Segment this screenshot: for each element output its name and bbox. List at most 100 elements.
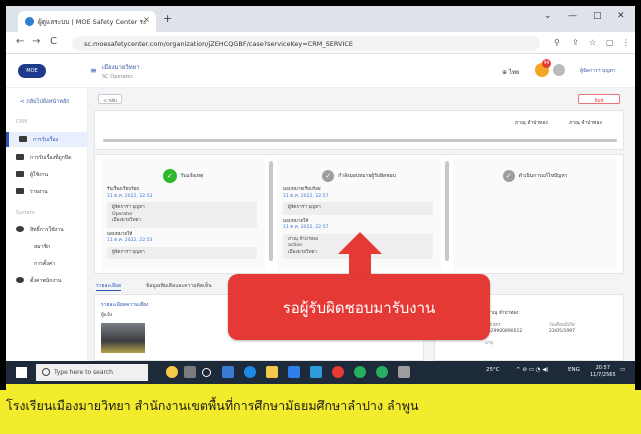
- spotify-icon[interactable]: [376, 366, 388, 378]
- back-to-home-link[interactable]: < กลับไปยังหน้าหลัก: [20, 98, 70, 106]
- taskbar-clock[interactable]: 20:57 11/7/2565: [590, 365, 616, 379]
- step-panel-received: ✓ รับแจ้งเหตุ รับเรื่องเรียบร้อย 11 ต.ค. …: [101, 159, 265, 271]
- slide-right-border: [635, 0, 641, 390]
- mail-icon[interactable]: [310, 366, 322, 378]
- evidence-photo[interactable]: [101, 323, 145, 353]
- inbox-icon: [16, 154, 24, 160]
- close-window-button[interactable]: ✕: [617, 11, 625, 21]
- task-view-icon[interactable]: [202, 368, 211, 377]
- sidebar-item-label: การรับเรื่องที่ถูกปิด: [30, 155, 72, 161]
- step-header: ✓ กำลังมอบหมายผู้รับผิดชอบ: [277, 165, 441, 184]
- notification-center-icon[interactable]: ▭: [620, 367, 625, 373]
- user-role: SC Operator: [102, 74, 133, 80]
- weather-temp[interactable]: 25°C: [486, 367, 500, 373]
- minimize-button[interactable]: —: [568, 11, 577, 21]
- sidebar-item-members[interactable]: สมาชิก: [6, 239, 88, 254]
- url-input[interactable]: sc.moesafetycenter.com/organization/jZEH…: [72, 36, 540, 51]
- sidebar-item-closed-cases[interactable]: การรับเรื่องที่ถูกปิด: [6, 150, 88, 165]
- reporter-name: ภาณุ จำปาทอง: [487, 311, 519, 316]
- clock-time: 20:57: [595, 365, 611, 371]
- cortana-icon[interactable]: [184, 366, 196, 378]
- back-button[interactable]: < กลับ: [98, 94, 122, 104]
- print-button[interactable]: พิมพ์: [578, 94, 620, 104]
- slide-caption: โรงเรียนเมืองมายวิทยา สำนักงานเขตพื้นที่…: [6, 398, 419, 413]
- file-explorer-icon[interactable]: [266, 366, 278, 378]
- sidebar-item-label: การรับเรื่อง: [33, 137, 59, 143]
- checkmark-icon: ✓: [502, 169, 515, 182]
- sidebar-item-label: รายงาน: [30, 189, 48, 195]
- tab-detail[interactable]: รายละเอียด: [96, 282, 122, 291]
- sidebar-item-permissions[interactable]: สิทธิ์การใช้งาน: [6, 222, 88, 237]
- table-cell: ภาณุ จำปาทอง: [515, 120, 548, 126]
- step-header: ✓ ดำเนินการแก้ไขปัญหา: [453, 165, 617, 184]
- tab-close-icon[interactable]: ×: [143, 15, 150, 24]
- org-info: เมืองมายวิทยา SC Operator: [102, 62, 140, 80]
- forward-arrow-icon[interactable]: →: [32, 36, 40, 47]
- sidebar-section-system: System: [16, 210, 35, 216]
- annotation-arrow-head: [338, 232, 382, 254]
- sidebar-item-users[interactable]: ผู้ใช้งาน: [6, 167, 88, 182]
- back-arrow-icon[interactable]: ←: [16, 36, 24, 47]
- maximize-button[interactable]: □: [593, 11, 602, 21]
- input-language[interactable]: ENG: [568, 367, 580, 373]
- sidebar-item-staff-settings[interactable]: ตั้งค่าพนักงาน: [6, 273, 88, 288]
- tab-list-chevron-icon[interactable]: ⌄: [544, 11, 552, 21]
- school-name: เมืองมายวิทยา: [102, 64, 140, 71]
- menu-icon[interactable]: ⋮: [622, 38, 630, 47]
- taskbar-search-input[interactable]: Type here to search: [36, 364, 148, 381]
- vertical-scrollbar[interactable]: [269, 161, 273, 261]
- detail-title: รายละเอียดความเสี่ยง: [101, 302, 149, 308]
- avatar[interactable]: [553, 64, 565, 76]
- entry-date: 11 ต.ค. 2022, 22:57: [283, 193, 329, 199]
- gear-icon: [16, 226, 24, 232]
- language-selector[interactable]: ⊕ ไทย: [502, 67, 519, 77]
- sidepanel-icon[interactable]: ▢: [606, 38, 614, 47]
- entry-date: 11 ต.ค. 2022, 22:57: [283, 225, 329, 230]
- step-title: ดำเนินการแก้ไขปัญหา: [518, 172, 568, 179]
- new-tab-button[interactable]: +: [163, 12, 172, 25]
- annotation-banner: รอผู้รับผิดชอบมารับงาน: [228, 274, 490, 340]
- dob-value: 23/05/1997: [549, 329, 575, 334]
- dob-label: วันเดือนปีเกิด: [549, 323, 575, 328]
- assignee-table-card: ภาณุ จำปาทอง ภาณุ จำปาทอง: [94, 110, 624, 150]
- horizontal-scrollbar[interactable]: [103, 139, 617, 142]
- widgets-icon[interactable]: [222, 366, 234, 378]
- entry-box: ผู้จัดการฯ บุญทา Operator เมืองมายวิทยา: [107, 202, 257, 228]
- share-icon[interactable]: ⇪: [572, 38, 579, 47]
- search-icon[interactable]: ⚲: [554, 38, 560, 47]
- address-bar-row: ← → C sc.moesafetycenter.com/organizatio…: [6, 32, 635, 54]
- store-icon[interactable]: [288, 366, 300, 378]
- weather-widget-icon[interactable]: [166, 366, 178, 378]
- vertical-scrollbar[interactable]: [445, 161, 449, 261]
- chrome-icon[interactable]: [332, 366, 344, 378]
- reload-icon[interactable]: C: [50, 36, 57, 47]
- hamburger-icon[interactable]: ≡: [90, 66, 97, 75]
- inbox-icon: [19, 136, 27, 142]
- user-name[interactable]: ผู้จัดการฯ บุญทา: [580, 67, 616, 75]
- windows-start-icon[interactable]: [16, 367, 27, 378]
- line-app-icon[interactable]: [354, 366, 366, 378]
- entry-line: ผู้จัดการฯ บุญทา: [288, 205, 321, 210]
- tray-icons[interactable]: ^ ⊘ ▭ ◔ ◀): [516, 367, 549, 373]
- star-icon[interactable]: ☆: [589, 38, 596, 47]
- detail-subtitle: ผู้แจ้ง: [101, 313, 113, 318]
- inbox-icon: [16, 188, 24, 194]
- tab-more-info[interactable]: ข้อมูลเพิ่มเติมและความคิดเห็น: [146, 282, 212, 290]
- clock-date: 11/7/2565: [590, 372, 616, 378]
- sidebar-item-settings[interactable]: การตั้งค่า: [6, 256, 88, 271]
- inbox-icon: [16, 171, 24, 177]
- sidebar-item-cases[interactable]: การรับเรื่อง: [6, 132, 88, 147]
- sidebar: < กลับไปยังหน้าหลัก CRM การรับเรื่อง การ…: [6, 88, 88, 361]
- edge-icon[interactable]: [244, 366, 256, 378]
- table-cell: ภาณุ จำปาทอง: [569, 120, 602, 126]
- annotation-arrow-stem: [349, 252, 371, 274]
- step-title: รับแจ้งเหตุ: [180, 172, 204, 179]
- paint-icon[interactable]: [398, 366, 410, 378]
- checkmark-icon: ✓: [322, 169, 335, 182]
- tab-title: ผู้ดูแลระบบ | MOE Safety Center ระ: [38, 18, 147, 26]
- app-logo[interactable]: MOE: [18, 64, 46, 78]
- step-header: ✓ รับแจ้งเหตุ: [101, 165, 265, 184]
- sidebar-item-reports[interactable]: รายงาน: [6, 184, 88, 199]
- entry-box: ผู้จัดการฯ บุญทา: [107, 246, 257, 259]
- browser-tab[interactable]: ผู้ดูแลระบบ | MOE Safety Center ระ ×: [18, 11, 156, 32]
